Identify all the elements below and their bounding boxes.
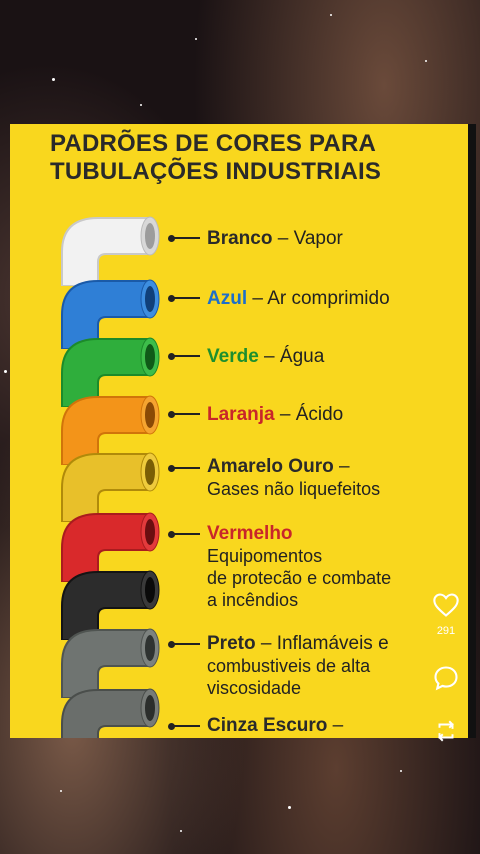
comment-icon[interactable] bbox=[432, 664, 460, 692]
separator: – bbox=[333, 456, 350, 477]
color-use-line-1: Inflamáveis e bbox=[276, 633, 389, 654]
like-count: 291 bbox=[436, 625, 456, 637]
star bbox=[288, 806, 291, 809]
color-name: Branco bbox=[207, 228, 273, 249]
color-name: Amarelo Ouro bbox=[207, 456, 334, 477]
star bbox=[4, 370, 7, 373]
color-use: Ácido bbox=[295, 404, 344, 425]
connector-line bbox=[170, 467, 200, 469]
pipe-label-preto: Preto – Inflamáveis e combustiveis de al… bbox=[207, 632, 389, 699]
star bbox=[140, 104, 142, 106]
separator: – bbox=[327, 715, 344, 736]
separator: – bbox=[274, 404, 296, 425]
star bbox=[60, 790, 62, 792]
pipe-label-laranja: Laranja – Ácido bbox=[207, 403, 343, 426]
connector-line bbox=[170, 533, 200, 535]
color-use: Vapor bbox=[293, 228, 343, 249]
separator: – bbox=[255, 633, 277, 654]
color-use-line-3: viscosidade bbox=[207, 678, 302, 698]
connector-line bbox=[170, 413, 200, 415]
heart-icon[interactable] bbox=[432, 592, 460, 618]
color-use: Água bbox=[279, 346, 325, 367]
comment-button[interactable] bbox=[426, 664, 466, 697]
pipe-label-amarelo-ouro: Amarelo Ouro – Gases não liquefeitos bbox=[207, 455, 380, 500]
color-use: Gases não liquefeitos bbox=[207, 479, 381, 499]
color-use-line-2: de protecão e combate bbox=[207, 568, 392, 588]
connector-line bbox=[170, 643, 200, 645]
separator: – bbox=[272, 228, 294, 249]
star bbox=[330, 14, 332, 16]
connector-line bbox=[170, 725, 200, 727]
poster-title: PADRÕES DE CORES PARA TUBULAÇÕES INDUSTR… bbox=[50, 130, 450, 186]
color-name: Azul bbox=[207, 288, 248, 309]
color-use-line-1: Equipomentos bbox=[207, 546, 323, 566]
star bbox=[425, 60, 427, 62]
pipe-label-vermelho: Vermelho Equipomentos de protecão e comb… bbox=[207, 522, 391, 611]
connector-line bbox=[170, 297, 200, 299]
star bbox=[400, 770, 402, 772]
title-line-1: PADRÕES DE CORES PARA bbox=[50, 130, 377, 157]
star bbox=[180, 830, 182, 832]
star bbox=[195, 38, 197, 40]
color-name: Preto bbox=[207, 633, 256, 654]
star bbox=[52, 78, 55, 81]
pipe-label-verde: Verde – Água bbox=[207, 345, 324, 368]
repost-icon[interactable] bbox=[432, 718, 460, 744]
like-button[interactable]: 291 bbox=[426, 592, 466, 637]
dark-gray-pipe-elbow-icon bbox=[61, 688, 160, 738]
title-line-2: TUBULAÇÕES INDUSTRIAIS bbox=[50, 158, 382, 185]
repost-button[interactable] bbox=[426, 718, 466, 749]
pipe-label-azul: Azul – Ar comprimido bbox=[207, 287, 390, 310]
connector-line bbox=[170, 237, 200, 239]
color-name: Laranja bbox=[207, 404, 275, 425]
color-use-line-3: a incêndios bbox=[207, 590, 299, 610]
color-name: Cinza Escuro bbox=[207, 715, 328, 736]
color-use-line-2: combustiveis de alta bbox=[207, 656, 371, 676]
color-use: Ar comprimido bbox=[267, 288, 390, 309]
color-name: Vermelho bbox=[207, 523, 293, 544]
connector-line bbox=[170, 355, 200, 357]
pipe-label-cinza-escuro: Cinza Escuro – bbox=[207, 714, 343, 737]
pipe-color-poster: PADRÕES DE CORES PARA TUBULAÇÕES INDUSTR… bbox=[10, 124, 476, 738]
color-name: Verde bbox=[207, 346, 259, 367]
separator: – bbox=[247, 288, 268, 309]
pipe-label-branco: Branco – Vapor bbox=[207, 227, 343, 250]
separator: – bbox=[258, 346, 280, 367]
